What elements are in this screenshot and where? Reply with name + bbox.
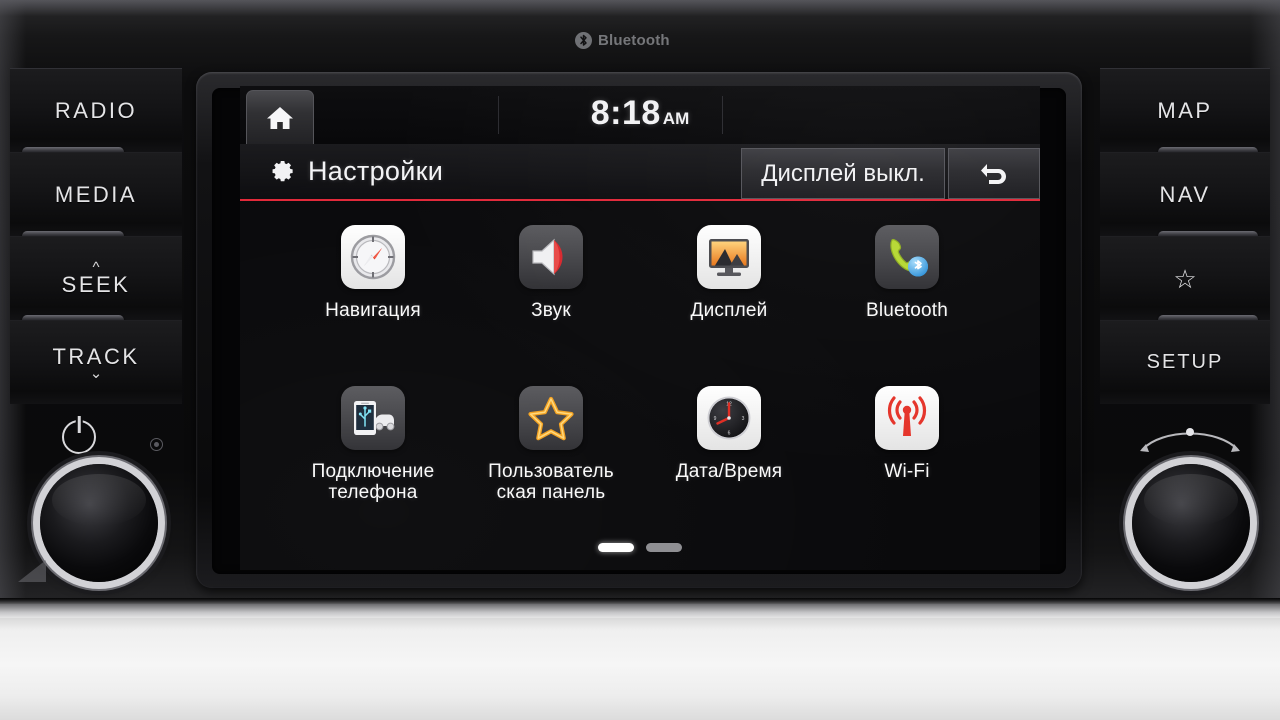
body-gloss-top <box>0 0 1280 16</box>
media-button-label: MEDIA <box>54 181 138 207</box>
tune-arc-icon <box>1140 428 1240 452</box>
head-unit: Bluetooth RADIO MEDIA ^ SEEK TRACK ⌄ MAP… <box>0 0 1280 720</box>
media-button[interactable]: MEDIA <box>10 152 182 241</box>
nav-button-label: NAV <box>1159 181 1211 207</box>
app-label: Wi-Fi <box>884 461 930 482</box>
page-title: Настройки <box>308 156 444 186</box>
radio-button[interactable]: RADIO <box>10 68 182 157</box>
right-knob-zone <box>1104 406 1280 596</box>
monitor-photo-icon <box>697 225 761 289</box>
back-arrow-icon <box>981 163 1006 184</box>
knob-ridges <box>36 460 162 586</box>
app-user-panel[interactable]: Пользователь ская панель <box>462 378 640 539</box>
indicator-dot-icon <box>150 438 163 451</box>
favorites-star-button[interactable]: ☆ <box>1100 236 1270 325</box>
knob-ridges <box>1128 460 1254 586</box>
dashboard-shelf-lip <box>0 604 1280 618</box>
touchscreen[interactable]: 8:18 AM Настройки Дисплей выкл. Навигаци… <box>240 86 1040 570</box>
power-icon <box>62 420 96 454</box>
app-display[interactable]: Дисплей <box>640 217 818 378</box>
setup-button[interactable]: SETUP <box>1100 320 1270 404</box>
bluetooth-badge-label: Bluetooth <box>598 32 670 49</box>
map-button[interactable]: MAP <box>1100 68 1270 157</box>
bluetooth-icon <box>575 32 592 49</box>
nav-button[interactable]: NAV <box>1100 152 1270 241</box>
left-button-column: RADIO MEDIA ^ SEEK TRACK ⌄ <box>10 68 182 406</box>
svg-text:3: 3 <box>742 416 745 422</box>
right-button-column: MAP NAV ☆ SETUP <box>1100 68 1270 406</box>
seek-button-label: SEEK <box>61 271 131 297</box>
display-off-label: Дисплей выкл. <box>761 159 925 187</box>
setup-button-label: SETUP <box>1146 351 1224 373</box>
phone-bluetooth-icon <box>875 225 939 289</box>
app-label: Дата/Время <box>675 461 783 482</box>
page-dot-1[interactable] <box>598 543 634 552</box>
clock-meridiem: AM <box>662 109 690 128</box>
back-button[interactable] <box>948 148 1040 199</box>
svg-text:9: 9 <box>714 416 717 422</box>
page-indicator <box>240 543 1040 552</box>
map-button-label: MAP <box>1157 97 1213 123</box>
app-bluetooth[interactable]: Bluetooth <box>818 217 996 378</box>
app-label: Навигация <box>325 300 421 321</box>
app-date-time[interactable]: 12 3 6 9 Дата/Время <box>640 378 818 539</box>
clock-time: 8:18 <box>590 94 661 132</box>
radio-button-label: RADIO <box>54 97 138 123</box>
star-outline-icon: ☆ <box>1173 263 1197 294</box>
bluetooth-badge: Bluetooth <box>575 32 670 49</box>
title-bar: Настройки Дисплей выкл. <box>240 144 1040 201</box>
settings-app-grid: Навигация Звук Дисплей Bluetooth Подключ… <box>240 209 1040 539</box>
app-label: Подключение телефона <box>311 461 435 504</box>
status-bar: 8:18 AM <box>240 86 1040 144</box>
display-off-button[interactable]: Дисплей выкл. <box>741 148 945 199</box>
app-label: Дисплей <box>690 300 768 321</box>
page-dot-2[interactable] <box>646 543 682 552</box>
phone-usb-car-icon <box>341 386 405 450</box>
tune-knob[interactable] <box>1128 460 1254 586</box>
track-button[interactable]: TRACK ⌄ <box>10 320 182 404</box>
bezel-corner-accent <box>18 560 46 582</box>
app-label: Звук <box>531 300 571 321</box>
chevron-down-icon: ⌄ <box>89 364 103 382</box>
app-navigation[interactable]: Навигация <box>284 217 462 378</box>
clock-display: 8:18 AM <box>240 94 1040 133</box>
power-volume-knob[interactable] <box>36 460 162 586</box>
seek-button[interactable]: ^ SEEK <box>10 236 182 325</box>
app-label: Bluetooth <box>865 300 949 321</box>
app-label: Пользователь ская панель <box>488 461 614 504</box>
speaker-icon <box>519 225 583 289</box>
svg-text:6: 6 <box>728 431 731 437</box>
wifi-antenna-icon <box>875 386 939 450</box>
app-wifi[interactable]: Wi-Fi <box>818 378 996 539</box>
clock-icon: 12 3 6 9 <box>697 386 761 450</box>
gear-icon <box>272 160 293 181</box>
app-sound[interactable]: Звук <box>462 217 640 378</box>
star-icon <box>519 386 583 450</box>
app-phone-projection[interactable]: Подключение телефона <box>284 378 462 539</box>
compass-icon <box>341 225 405 289</box>
